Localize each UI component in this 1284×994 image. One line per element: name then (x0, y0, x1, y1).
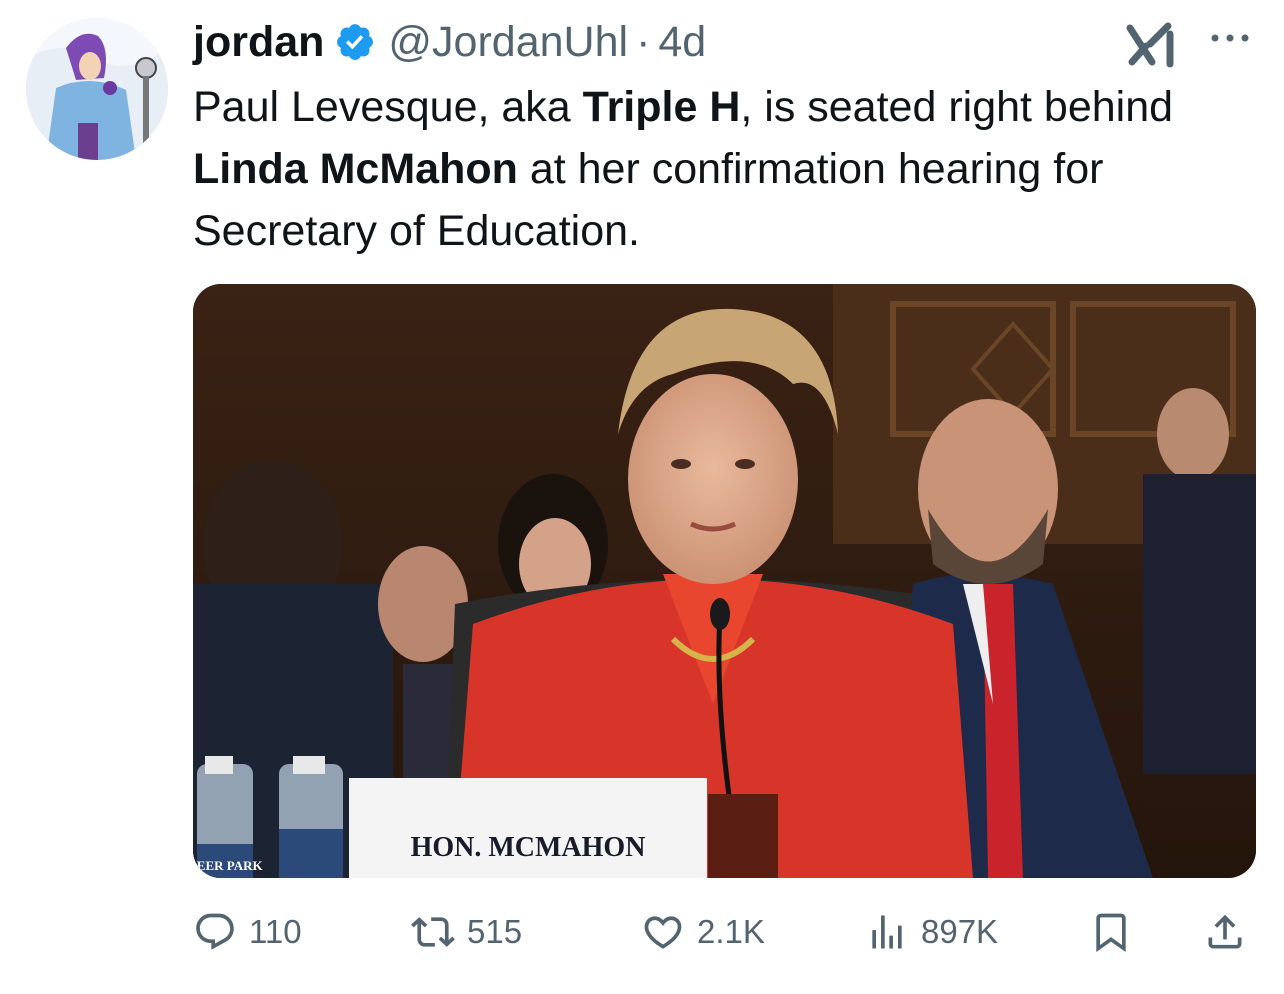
more-options-icon[interactable] (1208, 26, 1252, 50)
reply-icon (196, 913, 234, 950)
author-name[interactable]: jordan (193, 18, 324, 67)
tweet-text-part: Paul Levesque, aka (193, 83, 583, 131)
repost-icon (411, 917, 455, 947)
cartoon-avatar-icon (26, 18, 168, 160)
like-button[interactable]: 2.1K (641, 900, 765, 964)
grok-icon[interactable] (1126, 22, 1178, 68)
views-button[interactable]: 897K (865, 900, 998, 964)
tweet-action-bar: 110 515 2.1K 897K (193, 900, 1258, 964)
verified-badge-icon (337, 24, 374, 60)
repost-button[interactable]: 515 (411, 900, 522, 964)
tweet-header: jordan @JordanUhl · 4d (193, 16, 706, 68)
share-icon (1208, 914, 1242, 949)
share-button[interactable] (1203, 900, 1247, 964)
reply-count: 110 (249, 913, 302, 950)
tweet-text-bold: Linda McMahon (193, 145, 518, 193)
author-avatar[interactable] (26, 18, 168, 160)
author-handle[interactable]: @JordanUhl (388, 18, 628, 67)
tweet-media-photo[interactable]: HON. MCMAHON DEER PARK (193, 284, 1256, 878)
like-count: 2.1K (697, 913, 765, 950)
views-count: 897K (921, 913, 999, 950)
hearing-photo: HON. MCMAHON DEER PARK (193, 284, 1256, 878)
separator-dot: · (636, 17, 651, 66)
timestamp[interactable]: 4d (658, 18, 706, 67)
reply-button[interactable]: 110 (193, 900, 302, 964)
tweet-text: Paul Levesque, aka Triple H, is seated r… (193, 76, 1213, 262)
bookmark-button[interactable] (1089, 900, 1133, 964)
tweet-text-part: , is seated right behind (740, 83, 1174, 131)
repost-count: 515 (467, 913, 523, 950)
views-chart-icon (872, 915, 902, 949)
name-placard-text: HON. MCMAHON (411, 832, 646, 863)
bookmark-icon (1096, 913, 1126, 953)
tweet-text-bold: Triple H (582, 83, 741, 131)
heart-icon (644, 916, 682, 949)
bottle-label-text: DEER PARK (193, 858, 264, 873)
